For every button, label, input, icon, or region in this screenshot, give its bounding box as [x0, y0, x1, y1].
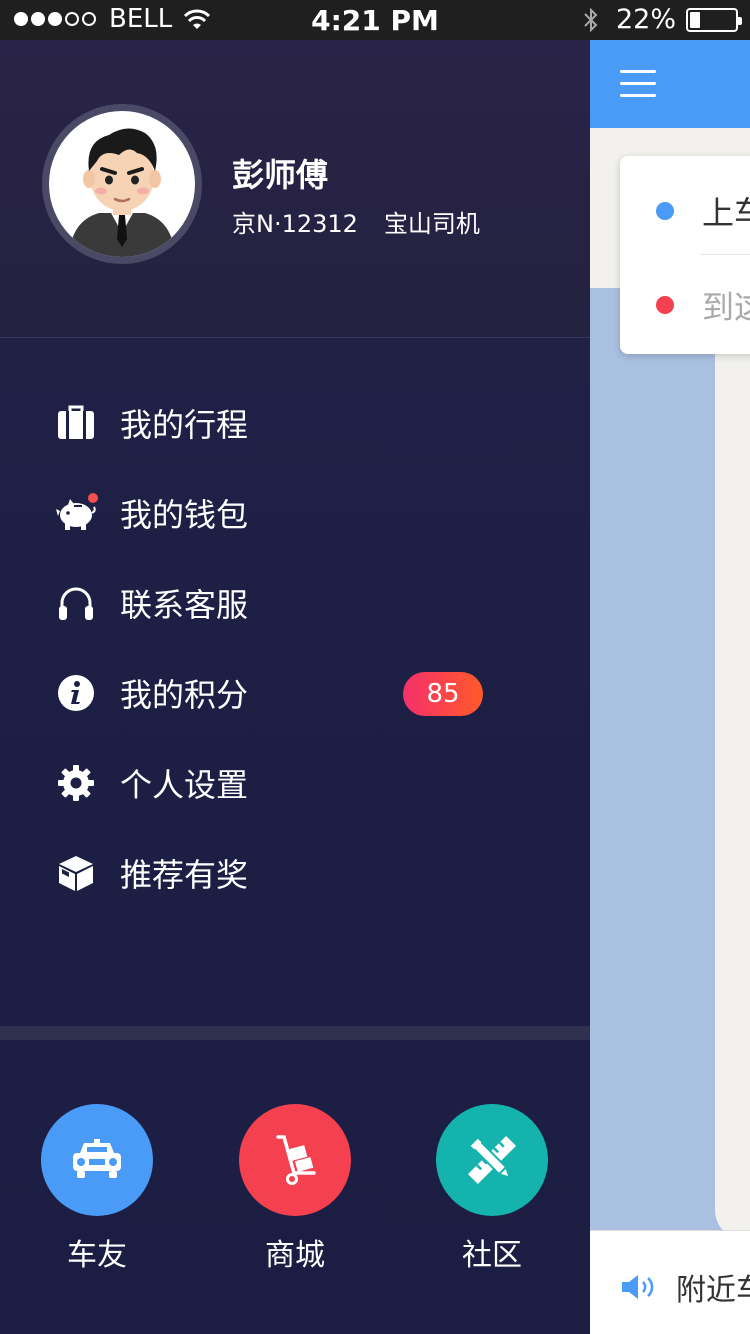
- destination-row[interactable]: 到这: [656, 282, 750, 328]
- avatar[interactable]: [42, 104, 202, 264]
- menu-item-settings[interactable]: 个人设置: [0, 738, 590, 828]
- piggy-bank-icon: [56, 493, 98, 533]
- pickup-dot-icon: [656, 202, 674, 220]
- nearby-label[interactable]: 附近车: [620, 1265, 750, 1309]
- status-bar: BELL 4:21 PM 22%: [0, 0, 750, 40]
- box-icon: [56, 853, 96, 893]
- destination-dot-icon: [656, 296, 674, 314]
- menu-icon[interactable]: [620, 70, 656, 98]
- car-icon[interactable]: [41, 1104, 153, 1216]
- menu-label: 推荐有奖: [120, 856, 249, 894]
- shortcut-label: 社区: [462, 1238, 522, 1273]
- route-card[interactable]: 上车 到这: [620, 156, 750, 354]
- notification-dot: [88, 493, 98, 503]
- nearby-text: 附近车: [676, 1273, 750, 1308]
- menu-label: 我的钱包: [120, 496, 249, 534]
- shortcut-car-friends[interactable]: 车友: [41, 1104, 153, 1274]
- shortcut-label: 商城: [265, 1238, 325, 1273]
- battery-icon: [686, 7, 742, 32]
- driver-name: 彭师傅: [232, 156, 329, 194]
- shortcut-store[interactable]: 商城: [239, 1104, 351, 1274]
- points-badge: 85: [403, 672, 483, 716]
- drawer-menu: 我的行程 我的钱包 联系客服 我的积分 85 个人设置 推荐有奖: [0, 378, 590, 918]
- map-coastline: [715, 280, 750, 1240]
- driver-role: 宝山司机: [383, 210, 480, 238]
- pencil-ruler-icon[interactable]: [436, 1104, 548, 1216]
- profile-header[interactable]: 彭师傅 京N·12312 宝山司机: [0, 40, 590, 338]
- menu-label: 我的行程: [120, 406, 249, 444]
- menu-item-wallet[interactable]: 我的钱包: [0, 468, 590, 558]
- suitcase-icon: [56, 403, 96, 443]
- destination-text: 到这: [702, 288, 750, 326]
- pickup-text: 上车: [702, 194, 750, 232]
- menu-item-referral[interactable]: 推荐有奖: [0, 828, 590, 918]
- side-drawer: 彭师傅 京N·12312 宝山司机 我的行程 我的钱包 联系客服 我的积分 85…: [0, 40, 590, 1334]
- menu-label: 我的积分: [120, 676, 249, 714]
- menu-item-points[interactable]: 我的积分 85: [0, 648, 590, 738]
- menu-item-trips[interactable]: 我的行程: [0, 378, 590, 468]
- pickup-row[interactable]: 上车: [656, 188, 750, 234]
- section-divider: [0, 1026, 590, 1040]
- menu-label: 个人设置: [120, 766, 249, 804]
- driver-avatar-icon: [69, 128, 175, 257]
- map-header: [590, 40, 750, 128]
- plate-number: 京N·12312: [232, 210, 358, 238]
- shortcut-bar: 车友 商城 社区: [0, 1104, 590, 1274]
- headphones-icon: [56, 583, 96, 623]
- bluetooth-icon: [584, 7, 598, 32]
- battery-percent: 22%: [615, 4, 676, 35]
- driver-info: 京N·12312 宝山司机: [232, 204, 480, 239]
- menu-label: 联系客服: [120, 586, 249, 624]
- map-panel: 上车 到这 附近车: [590, 40, 750, 1334]
- gear-icon: [56, 763, 96, 803]
- shortcut-label: 车友: [67, 1238, 127, 1273]
- menu-item-support[interactable]: 联系客服: [0, 558, 590, 648]
- info-icon: [56, 673, 96, 713]
- shortcut-community[interactable]: 社区: [436, 1104, 548, 1274]
- cart-icon[interactable]: [239, 1104, 351, 1216]
- speaker-icon: [622, 1275, 654, 1299]
